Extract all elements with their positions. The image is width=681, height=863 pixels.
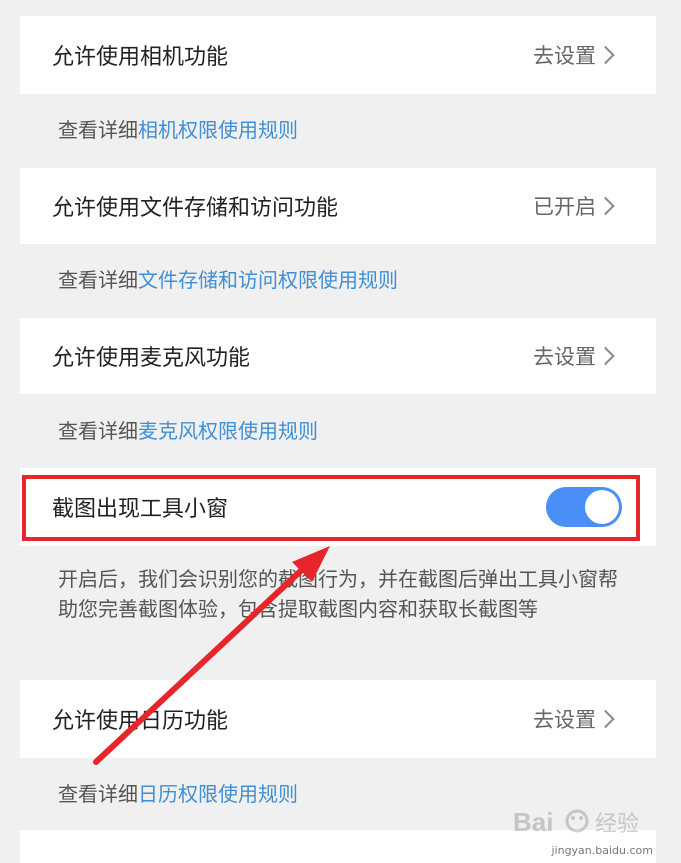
calendar-permission-row[interactable]: 允许使用日历功能 去设置 bbox=[20, 680, 656, 758]
camera-permission-row[interactable]: 允许使用相机功能 去设置 bbox=[20, 16, 656, 94]
mic-permission-title: 允许使用麦克风功能 bbox=[52, 346, 251, 371]
screenshot-tool-row: 截图出现工具小窗 bbox=[20, 468, 656, 546]
chevron-right-icon bbox=[596, 709, 615, 729]
mic-rules-note: 查看详细麦克风权限使用规则 bbox=[58, 415, 318, 444]
chevron-right-icon bbox=[596, 346, 615, 366]
watermark-text-2: 经验 bbox=[595, 812, 639, 837]
baidu-jingyan-watermark-icon: Bai 经验 bbox=[513, 807, 639, 837]
calendar-rules-link[interactable]: 日历权限使用规则 bbox=[138, 782, 298, 806]
calendar-permission-title: 允许使用日历功能 bbox=[52, 709, 229, 734]
toggle-knob bbox=[585, 490, 619, 524]
chevron-right-icon bbox=[596, 45, 615, 65]
camera-rules-prefix: 查看详细 bbox=[58, 118, 138, 142]
camera-permission-status: 去设置 bbox=[533, 44, 596, 68]
calendar-rules-note: 查看详细日历权限使用规则 bbox=[58, 778, 298, 807]
storage-rules-prefix: 查看详细 bbox=[58, 268, 138, 292]
camera-rules-note: 查看详细相机权限使用规则 bbox=[58, 114, 298, 143]
watermark-text: Bai bbox=[513, 807, 553, 837]
screenshot-tool-toggle[interactable] bbox=[546, 487, 622, 527]
screenshot-tool-title: 截图出现工具小窗 bbox=[52, 497, 229, 522]
screenshot-tool-description: 开启后，我们会识别您的截图行为，并在截图后弹出工具小窗帮助您完善截图体验，包含提… bbox=[58, 567, 618, 621]
watermark-url: jingyan.baidu.com bbox=[551, 844, 653, 857]
chevron-right-icon bbox=[596, 196, 615, 216]
storage-permission-title: 允许使用文件存储和访问功能 bbox=[52, 196, 339, 221]
camera-rules-link[interactable]: 相机权限使用规则 bbox=[138, 118, 298, 142]
mic-permission-status: 去设置 bbox=[533, 345, 596, 369]
camera-permission-title: 允许使用相机功能 bbox=[52, 45, 229, 70]
calendar-permission-status: 去设置 bbox=[533, 708, 596, 732]
mic-rules-link[interactable]: 麦克风权限使用规则 bbox=[138, 419, 318, 443]
calendar-rules-prefix: 查看详细 bbox=[58, 782, 138, 806]
storage-permission-row[interactable]: 允许使用文件存储和访问功能 已开启 bbox=[20, 168, 656, 244]
storage-permission-status: 已开启 bbox=[533, 195, 596, 219]
storage-rules-note: 查看详细文件存储和访问权限使用规则 bbox=[58, 264, 398, 293]
mic-permission-row[interactable]: 允许使用麦克风功能 去设置 bbox=[20, 318, 656, 394]
mic-rules-prefix: 查看详细 bbox=[58, 419, 138, 443]
storage-rules-link[interactable]: 文件存储和访问权限使用规则 bbox=[138, 268, 398, 292]
